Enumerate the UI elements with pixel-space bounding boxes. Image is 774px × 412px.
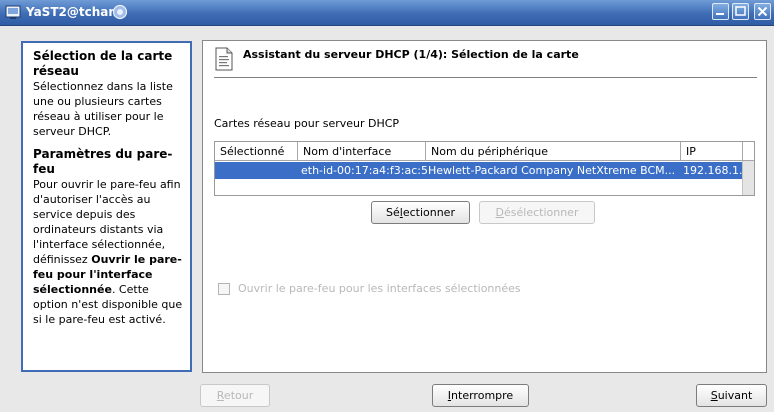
maximize-button[interactable] [732,3,749,20]
help-section1-text: Sélectionnez dans la liste une ou plusie… [33,80,173,138]
open-firewall-label: Ouvrir le pare-feu pour les interfaces s… [238,282,521,295]
busy-indicator-icon [112,4,128,20]
column-header-filler [743,142,754,161]
help-section2-title: Paramètres du pare-feu [33,147,173,176]
open-firewall-checkbox[interactable] [218,283,230,295]
network-cards-table[interactable]: Sélectionné Nom d'interface Nom du périp… [214,141,755,196]
column-header-device[interactable]: Nom du périphérique [426,142,681,161]
column-header-selected[interactable]: Sélectionné [215,142,298,161]
cell-interface: eth-id-00:17:a4:f3:ac:5e [301,164,427,177]
help-section2-text: Pour ouvrir le pare-feu afin d'autoriser… [33,178,183,326]
deselect-button[interactable]: Désélectionner [479,201,595,224]
cell-device: Hewlett-Packard Company NetXtreme BCM... [428,164,676,177]
table-scrollbar[interactable] [742,161,754,195]
window-titlebar[interactable]: YaST2@tchana [0,0,774,26]
heading-divider [214,77,757,78]
close-icon [757,6,768,17]
help-section1-title: Sélection de la carte réseau [33,49,173,78]
close-button[interactable] [754,3,771,20]
back-button[interactable]: Retour [200,384,270,407]
cell-selected [220,162,294,179]
minimize-icon [716,13,724,15]
select-button[interactable]: Sélectionner [371,201,470,224]
maximize-icon [735,6,746,16]
column-header-ip[interactable]: IP [681,142,743,161]
abort-button[interactable]: Interrompre [432,384,529,407]
column-header-interface[interactable]: Nom d'interface [298,142,426,161]
help-panel: Sélection de la carte réseau Sélectionne… [21,41,192,372]
page-title: Assistant du serveur DHCP (1/4): Sélecti… [243,48,579,61]
minimize-button[interactable] [712,3,729,20]
network-cards-label: Cartes réseau pour serveur DHCP [214,117,400,130]
next-button[interactable]: Suivant [696,384,767,407]
cell-ip: 192.168.1.2 [683,164,743,177]
yast-app-icon [5,5,21,19]
wizard-document-icon [215,47,233,71]
